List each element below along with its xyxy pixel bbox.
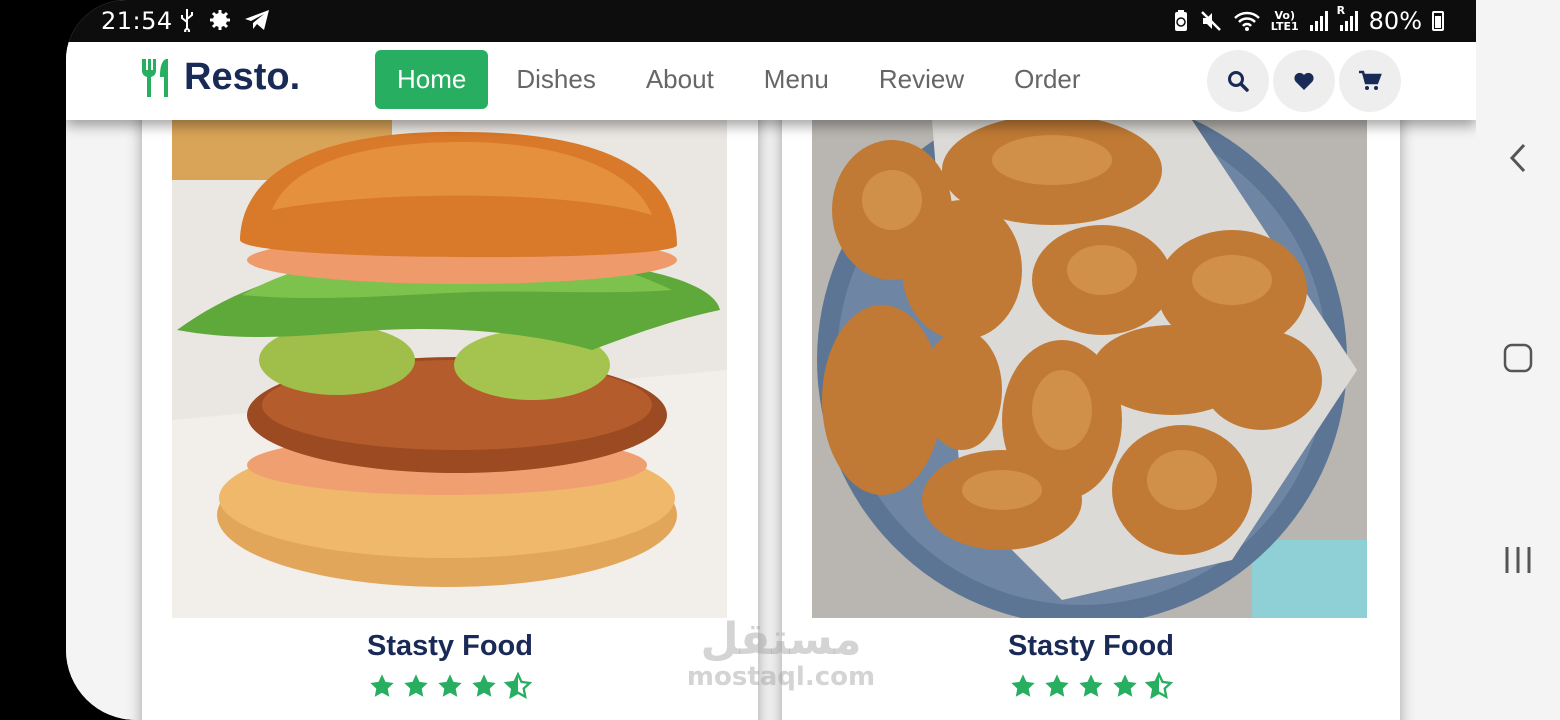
battery-icon bbox=[1432, 11, 1444, 31]
star-half-icon bbox=[504, 672, 532, 699]
nav-order[interactable]: Order bbox=[992, 50, 1102, 109]
dish-image-burger[interactable] bbox=[172, 120, 727, 618]
star-icon bbox=[472, 674, 496, 697]
nav-review[interactable]: Review bbox=[857, 50, 986, 109]
rating-stars bbox=[142, 672, 758, 700]
usb-icon bbox=[181, 9, 193, 32]
signal-icon bbox=[1309, 11, 1328, 31]
star-icon bbox=[370, 674, 394, 697]
dish-card[interactable]: Stasty Food bbox=[142, 100, 758, 720]
site-header: Resto. Home Dishes About Menu Review Ord… bbox=[66, 42, 1476, 120]
watermark: مستقل mostaql.com bbox=[686, 614, 876, 693]
utensils-icon bbox=[141, 58, 168, 97]
wifi-icon bbox=[1233, 11, 1260, 31]
battery-percent: 80% bbox=[1368, 7, 1422, 35]
gear-icon bbox=[210, 10, 230, 30]
search-icon bbox=[1228, 71, 1249, 92]
star-icon bbox=[1045, 674, 1069, 697]
watermark-arabic: مستقل bbox=[700, 614, 862, 665]
cart-button[interactable] bbox=[1339, 50, 1401, 112]
main-nav: Home Dishes About Menu Review Order bbox=[375, 50, 1109, 109]
star-icon bbox=[438, 674, 462, 697]
nav-home[interactable]: Home bbox=[375, 50, 489, 109]
favorites-button[interactable] bbox=[1273, 50, 1335, 112]
battery-saver-icon bbox=[1174, 10, 1187, 31]
recents-button[interactable] bbox=[1500, 542, 1536, 578]
status-right: Vo) LTE1 R 80% bbox=[1173, 4, 1444, 35]
home-button[interactable] bbox=[1500, 340, 1536, 376]
status-time: 21:54 bbox=[101, 7, 173, 35]
nav-about[interactable]: About bbox=[624, 50, 736, 109]
roaming-signal-icon: R bbox=[1337, 4, 1359, 32]
star-icon bbox=[1079, 674, 1103, 697]
recents-icon bbox=[1505, 547, 1531, 573]
logo[interactable]: Resto. bbox=[140, 56, 300, 99]
home-icon bbox=[1503, 343, 1533, 373]
star-icon bbox=[1113, 674, 1137, 697]
logo-text: Resto. bbox=[184, 56, 301, 98]
roaming-label: R bbox=[1336, 4, 1346, 17]
phone-screen: Stasty Food Stasty Food Resto. Home Dish… bbox=[66, 0, 1476, 720]
dish-image-fried-chicken[interactable] bbox=[812, 120, 1367, 618]
star-icon bbox=[404, 674, 428, 697]
header-icons bbox=[1207, 50, 1401, 112]
back-icon bbox=[1509, 143, 1526, 173]
heart-icon bbox=[1294, 72, 1314, 90]
nav-dishes[interactable]: Dishes bbox=[494, 50, 617, 109]
dish-title: Stasty Food bbox=[367, 630, 533, 662]
search-button[interactable] bbox=[1207, 50, 1269, 112]
status-bar: 21:54 Vo) LTE1 R 80% bbox=[66, 0, 1476, 42]
back-button[interactable] bbox=[1500, 140, 1536, 176]
telegram-icon bbox=[245, 10, 269, 30]
nav-menu[interactable]: Menu bbox=[742, 50, 851, 109]
android-nav-bar bbox=[1476, 0, 1560, 720]
cart-icon bbox=[1359, 70, 1382, 90]
volte-icon: Vo) LTE1 bbox=[1270, 9, 1299, 33]
status-left-icons bbox=[178, 8, 270, 32]
watermark-latin: mostaql.com bbox=[686, 662, 876, 692]
star-icon bbox=[1011, 674, 1035, 697]
mute-icon bbox=[1200, 11, 1221, 31]
star-half-icon bbox=[1145, 672, 1173, 699]
